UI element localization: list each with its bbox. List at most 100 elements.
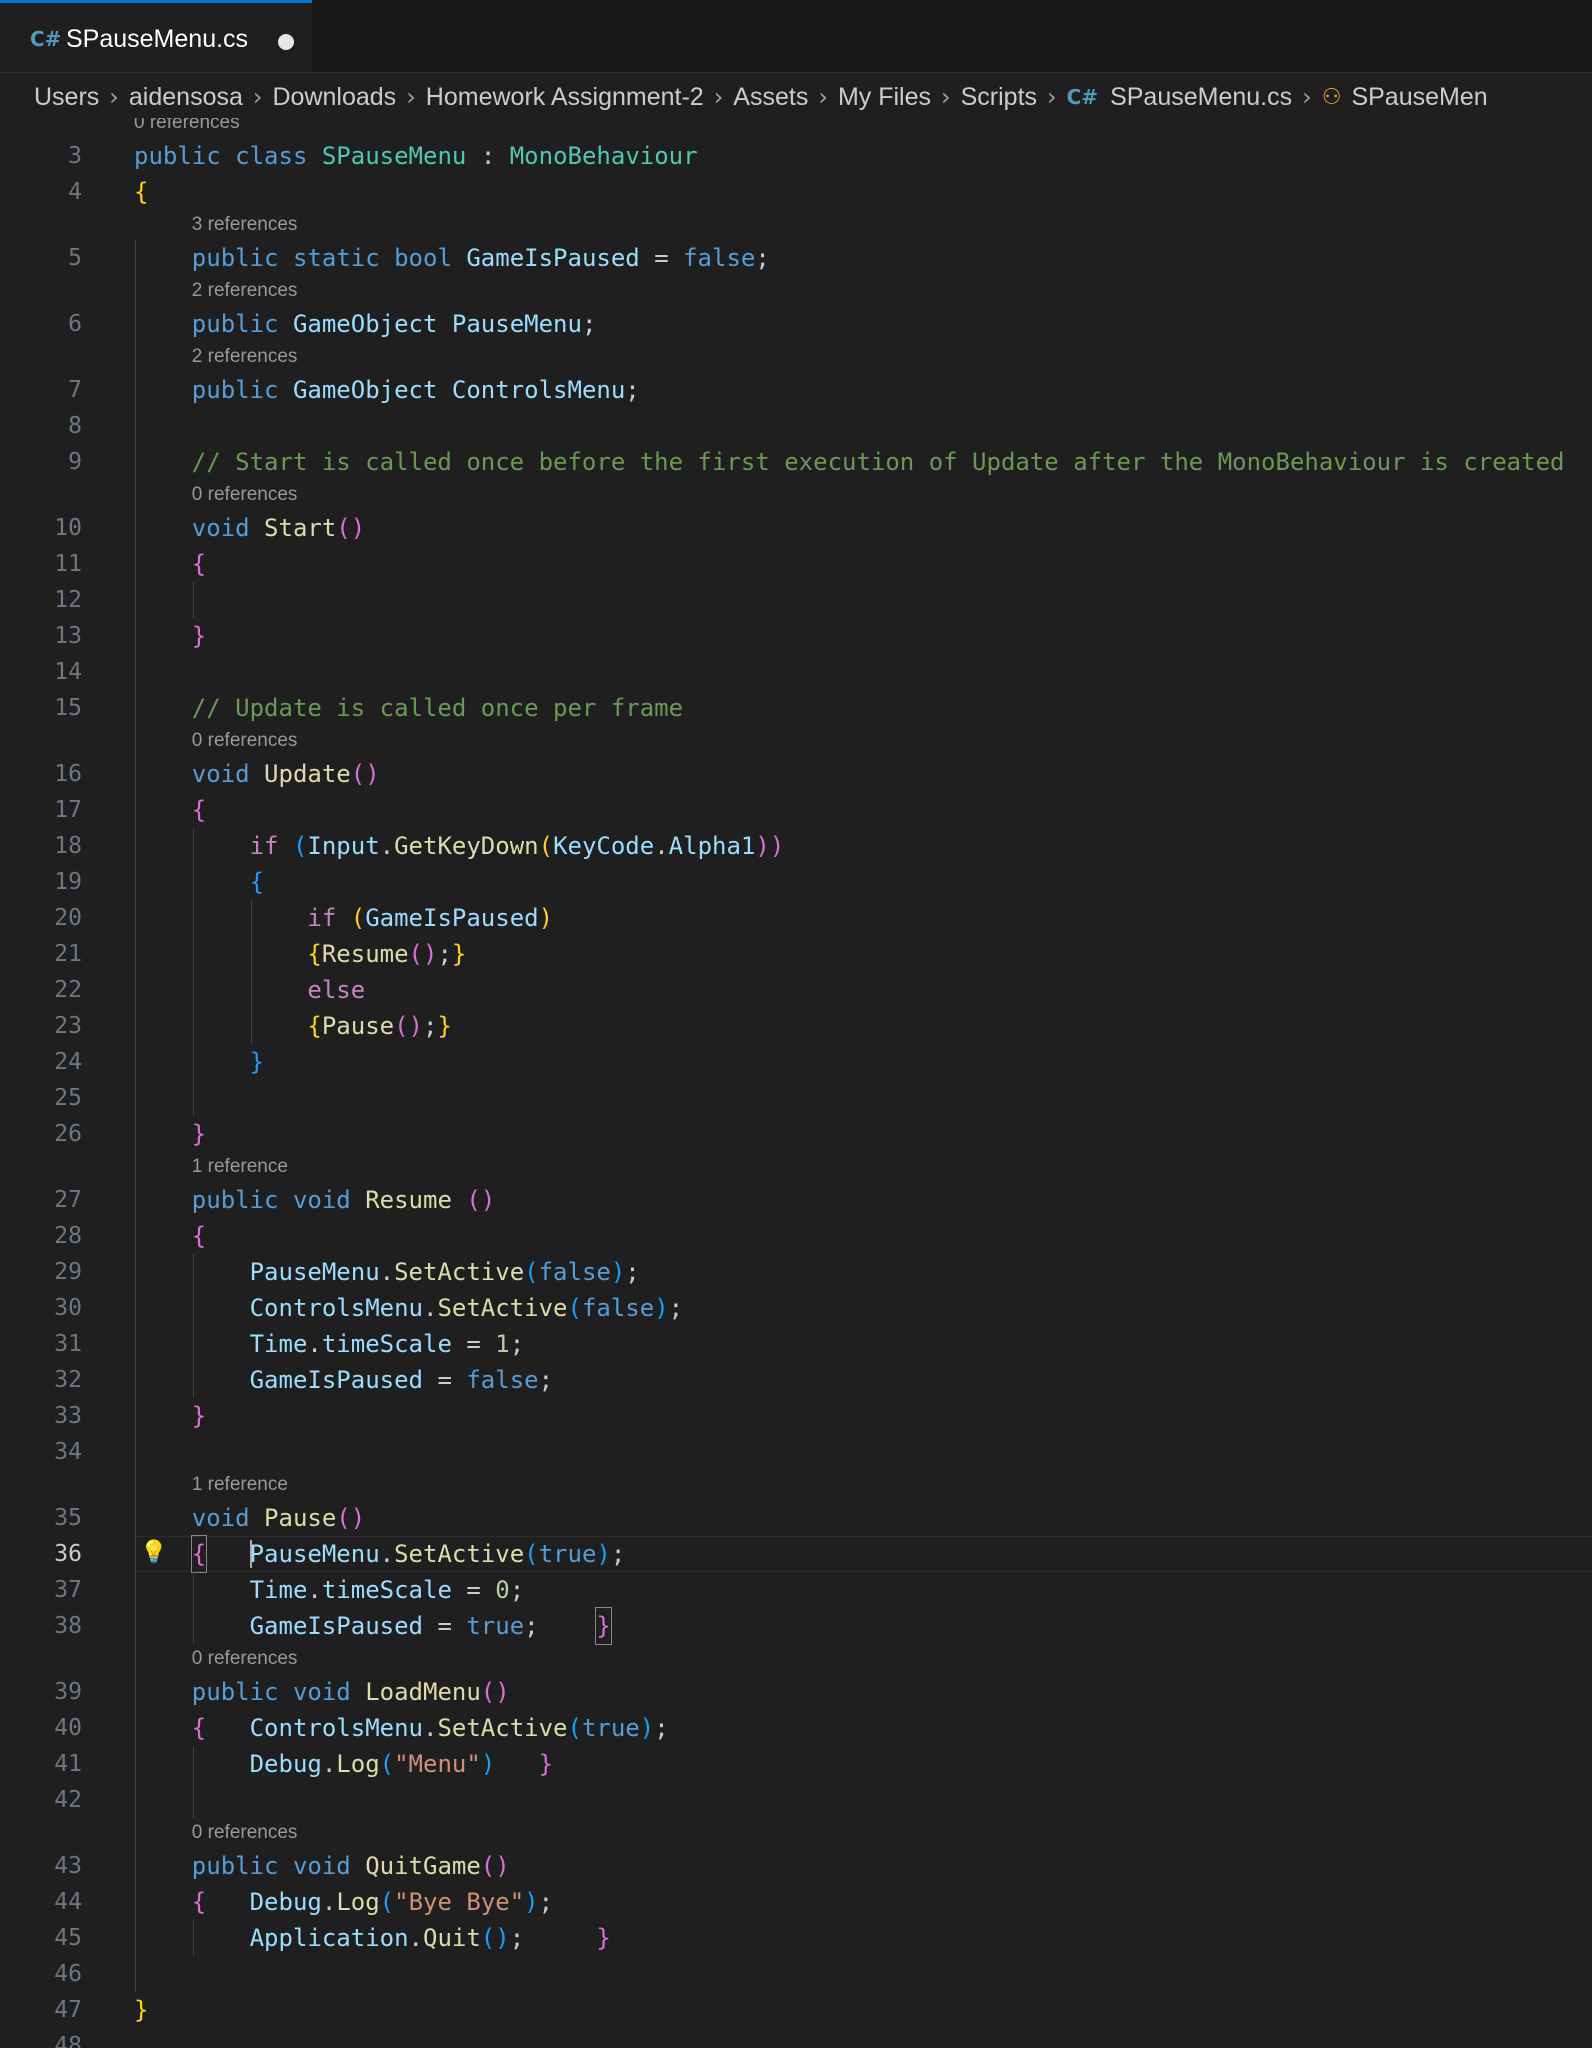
breadcrumb-item-downloads[interactable]: Downloads bbox=[273, 83, 397, 112]
line-number: 8 bbox=[68, 413, 82, 439]
lightbulb-icon[interactable]: 💡 bbox=[140, 1540, 167, 1565]
code-line[interactable]: 19 { bbox=[0, 864, 1592, 900]
code-line[interactable]: 31 Time.timeScale = 1; bbox=[0, 1326, 1592, 1362]
indent-guide bbox=[135, 240, 136, 1992]
code-line[interactable]: 5 public static bool GameIsPaused = false… bbox=[0, 240, 1592, 276]
code-text: } bbox=[191, 1402, 207, 1430]
code-line[interactable]: 27 public void Resume () bbox=[0, 1182, 1592, 1218]
code-line[interactable]: 22 else bbox=[0, 972, 1592, 1008]
code-line[interactable]: 32 GameIsPaused = false; bbox=[0, 1362, 1592, 1398]
breadcrumb-item-assets[interactable]: Assets bbox=[733, 83, 808, 112]
code-line[interactable]: 15 // Update is called once per frame bbox=[0, 690, 1592, 726]
code-text: { bbox=[191, 1222, 207, 1250]
code-line[interactable]: 6 public GameObject PauseMenu; bbox=[0, 306, 1592, 342]
code-lens-references[interactable]: 0 references bbox=[192, 1644, 298, 1674]
breadcrumb-item-aidensosa[interactable]: aidensosa bbox=[129, 83, 243, 112]
code-line[interactable]: 12 bbox=[0, 582, 1592, 618]
code-line[interactable]: 43 public void QuitGame() bbox=[0, 1848, 1592, 1884]
code-text: { bbox=[191, 796, 207, 824]
code-line[interactable]: 35 void Pause() bbox=[0, 1500, 1592, 1536]
code-line[interactable]: 42 bbox=[0, 1782, 1592, 1818]
code-line[interactable]: 38 GameIsPaused = true; } bbox=[0, 1607, 1592, 1645]
code-lens-references[interactable]: 0 references bbox=[192, 1818, 298, 1848]
code-line[interactable]: 30 ControlsMenu.SetActive(false); bbox=[0, 1290, 1592, 1326]
code-line[interactable]: 45 Application.Quit(); } bbox=[0, 1920, 1592, 1956]
chevron-right-icon: › bbox=[1047, 83, 1057, 111]
code-line[interactable]: 16 void Update() bbox=[0, 756, 1592, 792]
code-lens-references[interactable]: 1 reference bbox=[192, 1470, 288, 1500]
code-text: GameIsPaused = false; bbox=[249, 1366, 554, 1394]
breadcrumb-item-users[interactable]: Users bbox=[34, 83, 99, 112]
code-text: PauseMenu.SetActive(false); bbox=[249, 1258, 640, 1286]
code-text: {Resume();} bbox=[307, 940, 467, 968]
breadcrumb-item-file[interactable]: SPauseMenu.cs bbox=[1110, 83, 1292, 112]
code-lens-references[interactable]: 0 references bbox=[134, 118, 240, 138]
code-line[interactable]: 23 {Pause();} bbox=[0, 1008, 1592, 1044]
code-line[interactable]: 7 public GameObject ControlsMenu; bbox=[0, 372, 1592, 408]
breadcrumb-item-homework[interactable]: Homework Assignment-2 bbox=[426, 83, 704, 112]
code-line[interactable]: 13} bbox=[0, 618, 1592, 654]
code-lens-references[interactable]: 0 references bbox=[192, 726, 298, 756]
line-number: 32 bbox=[54, 1367, 82, 1393]
code-line[interactable]: 36 { PauseMenu.SetActive(true); bbox=[0, 1535, 1592, 1573]
code-line[interactable]: 28 { bbox=[0, 1218, 1592, 1254]
line-number: 18 bbox=[54, 833, 82, 859]
csharp-file-icon: C# bbox=[1066, 85, 1099, 109]
code-text: Time.timeScale = 1; bbox=[249, 1330, 525, 1358]
breadcrumb-item-scripts[interactable]: Scripts bbox=[961, 83, 1037, 112]
code-line[interactable]: 10 void Start() bbox=[0, 510, 1592, 546]
line-number: 17 bbox=[54, 797, 82, 823]
code-line[interactable]: 21 {Resume();} bbox=[0, 936, 1592, 972]
breadcrumb-item-my-files[interactable]: My Files bbox=[838, 83, 931, 112]
line-number: 21 bbox=[54, 941, 82, 967]
code-line[interactable]: 29 PauseMenu.SetActive(false); bbox=[0, 1254, 1592, 1290]
tab-bar: C# SPauseMenu.cs bbox=[0, 0, 1592, 73]
code-line[interactable]: 48 bbox=[0, 2028, 1592, 2048]
code-line[interactable]: 14 bbox=[0, 654, 1592, 690]
code-line[interactable]: 39 public void LoadMenu() bbox=[0, 1674, 1592, 1710]
code-line[interactable]: 25 bbox=[0, 1080, 1592, 1116]
indent-guide bbox=[192, 1572, 194, 1644]
code-line[interactable]: 20 if (GameIsPaused) bbox=[0, 900, 1592, 936]
code-line[interactable]: 17 { bbox=[0, 792, 1592, 828]
code-line[interactable]: 4{ bbox=[0, 174, 1592, 210]
code-line[interactable]: 9 // Start is called once before the firs… bbox=[0, 444, 1592, 480]
text-cursor bbox=[249, 1540, 252, 1568]
unsaved-dot-icon[interactable] bbox=[278, 34, 294, 50]
code-line[interactable]: 46 bbox=[0, 1956, 1592, 1992]
code-line[interactable]: 37 Time.timeScale = 0; bbox=[0, 1572, 1592, 1608]
chevron-right-icon: › bbox=[109, 83, 119, 111]
code-line[interactable]: 40 { ControlsMenu.SetActive(true); bbox=[0, 1710, 1592, 1746]
code-lens-references[interactable]: 1 reference bbox=[192, 1152, 288, 1182]
code-line[interactable]: 18 if (Input.GetKeyDown(KeyCode.Alpha1)) bbox=[0, 828, 1592, 864]
code-lens-references[interactable]: 0 references bbox=[192, 480, 298, 510]
indent-guide bbox=[192, 1254, 194, 1398]
code-line[interactable]: 8 bbox=[0, 408, 1592, 444]
code-text: void Pause() bbox=[191, 1504, 366, 1532]
code-text: if (Input.GetKeyDown(KeyCode.Alpha1)) bbox=[249, 832, 785, 860]
line-number: 30 bbox=[54, 1295, 82, 1321]
code-text: { ControlsMenu.SetActive(true); bbox=[191, 1714, 669, 1742]
line-number: 14 bbox=[54, 659, 82, 685]
breadcrumb-item-symbol[interactable]: SPauseMen bbox=[1351, 83, 1487, 112]
chevron-right-icon: › bbox=[252, 83, 263, 111]
code-line[interactable]: 24} bbox=[0, 1044, 1592, 1080]
line-number: 34 bbox=[54, 1439, 82, 1465]
code-editor[interactable]: 0 references 3 public class SPauseMenu : M… bbox=[0, 118, 1592, 2048]
code-lens-references[interactable]: 2 references bbox=[192, 342, 298, 372]
line-number: 19 bbox=[54, 869, 82, 895]
code-lens-references[interactable]: 2 references bbox=[192, 276, 298, 306]
code-line[interactable]: 26} bbox=[0, 1116, 1592, 1152]
line-number: 15 bbox=[54, 695, 82, 721]
tab-spausemenu[interactable]: C# SPauseMenu.cs bbox=[0, 0, 312, 72]
code-line[interactable]: 44 { Debug.Log("Bye Bye"); bbox=[0, 1884, 1592, 1920]
code-line[interactable]: 3 public class SPauseMenu : MonoBehaviour bbox=[0, 138, 1592, 174]
code-line[interactable]: 11 { bbox=[0, 546, 1592, 582]
code-line[interactable]: 47} bbox=[0, 1992, 1592, 2028]
code-line[interactable]: 41 Debug.Log("Menu") } bbox=[0, 1746, 1592, 1782]
code-text: public void Resume () bbox=[191, 1186, 496, 1214]
code-lens-references[interactable]: 3 references bbox=[192, 210, 298, 240]
line-number: 6 bbox=[68, 311, 82, 337]
code-line[interactable]: 33} bbox=[0, 1398, 1592, 1434]
code-line[interactable]: 34 bbox=[0, 1434, 1592, 1470]
